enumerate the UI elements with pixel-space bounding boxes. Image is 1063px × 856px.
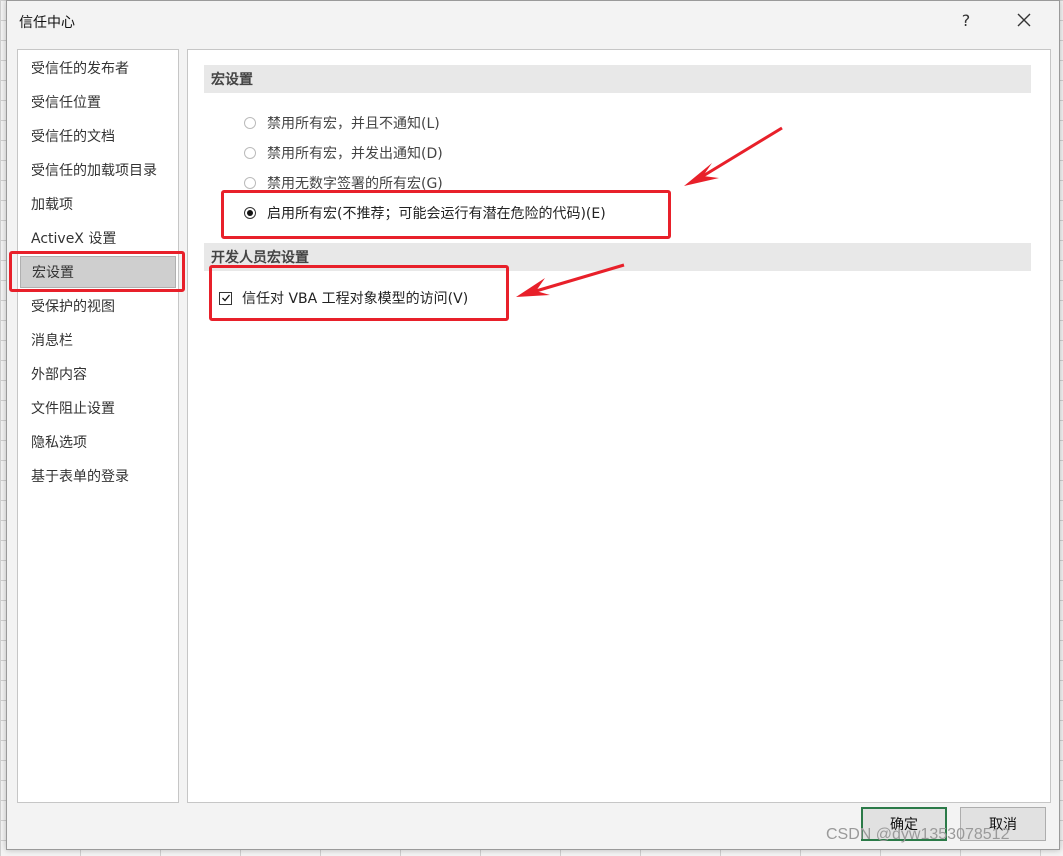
sidebar-item-trusted-publishers[interactable]: 受信任的发布者	[20, 52, 176, 84]
sidebar-item-file-block[interactable]: 文件阻止设置	[20, 392, 176, 424]
radio-label: 禁用所有宏，并且不通知(L)	[267, 116, 440, 132]
help-button[interactable]: ?	[951, 5, 981, 35]
sidebar-item-label: 消息栏	[31, 333, 73, 349]
sidebar-item-label: 受保护的视图	[31, 299, 115, 315]
radio-label: 禁用无数字签署的所有宏(G)	[267, 176, 443, 192]
sidebar-item-label: ActiveX 设置	[31, 231, 117, 247]
sidebar-item-privacy[interactable]: 隐私选项	[20, 426, 176, 458]
sidebar-item-form-login[interactable]: 基于表单的登录	[20, 460, 176, 492]
sidebar-item-protected-view[interactable]: 受保护的视图	[20, 290, 176, 322]
sidebar-item-label: 基于表单的登录	[31, 469, 129, 485]
checkbox-trust-vba[interactable]: 信任对 VBA 工程对象模型的访问(V)	[219, 286, 468, 310]
radio-button[interactable]	[244, 147, 256, 159]
radio-enable-all[interactable]: 启用所有宏(不推荐；可能会运行有潜在危险的代码)(E)	[244, 201, 606, 225]
sidebar-item-label: 受信任的加载项目录	[31, 163, 157, 179]
radio-button[interactable]	[244, 177, 256, 189]
radio-button-selected[interactable]	[244, 207, 256, 219]
checkbox-label: 信任对 VBA 工程对象模型的访问(V)	[242, 291, 469, 307]
trust-center-dialog: 信任中心 ? 受信任的发布者 受信任位置 受信任的文档 受信任的加载项目录 加载…	[6, 0, 1060, 850]
sidebar-item-external-content[interactable]: 外部内容	[20, 358, 176, 390]
radio-button[interactable]	[244, 117, 256, 129]
sidebar-item-message-bar[interactable]: 消息栏	[20, 324, 176, 356]
section-title: 开发人员宏设置	[211, 250, 309, 266]
radio-disable-no-notify[interactable]: 禁用所有宏，并且不通知(L)	[244, 111, 440, 135]
radio-disable-notify[interactable]: 禁用所有宏，并发出通知(D)	[244, 141, 443, 165]
checkbox[interactable]	[219, 291, 232, 305]
radio-disable-unsigned[interactable]: 禁用无数字签署的所有宏(G)	[244, 171, 443, 195]
radio-label: 禁用所有宏，并发出通知(D)	[267, 146, 443, 162]
close-button[interactable]	[1007, 5, 1041, 35]
sidebar-item-label: 受信任的文档	[31, 129, 115, 145]
macro-settings-header: 宏设置	[204, 65, 1031, 93]
check-icon	[221, 294, 230, 302]
sidebar-item-label: 隐私选项	[31, 435, 87, 451]
sidebar: 受信任的发布者 受信任位置 受信任的文档 受信任的加载项目录 加载项 Activ…	[17, 49, 179, 803]
sidebar-item-label: 文件阻止设置	[31, 401, 115, 417]
developer-settings-header: 开发人员宏设置	[204, 243, 1031, 271]
section-title: 宏设置	[211, 72, 253, 88]
sidebar-item-label: 宏设置	[32, 265, 74, 281]
title-bar: 信任中心 ?	[7, 1, 1059, 39]
sidebar-item-addins[interactable]: 加载项	[20, 188, 176, 220]
sidebar-item-trusted-documents[interactable]: 受信任的文档	[20, 120, 176, 152]
sidebar-item-label: 外部内容	[31, 367, 87, 383]
sidebar-item-label: 受信任位置	[31, 95, 101, 111]
radio-label: 启用所有宏(不推荐；可能会运行有潜在危险的代码)(E)	[267, 206, 606, 222]
sidebar-item-label: 加载项	[31, 197, 73, 213]
watermark: CSDN @dyw1353078512	[826, 826, 1010, 843]
sidebar-item-macro-settings[interactable]: 宏设置	[20, 256, 176, 288]
close-icon	[1017, 13, 1031, 27]
sidebar-item-trusted-addin-catalogs[interactable]: 受信任的加载项目录	[20, 154, 176, 186]
dialog-title: 信任中心	[19, 15, 75, 31]
content-panel: 宏设置 禁用所有宏，并且不通知(L) 禁用所有宏，并发出通知(D) 禁用无数字签…	[187, 49, 1051, 803]
help-icon: ?	[961, 10, 971, 30]
sidebar-item-trusted-locations[interactable]: 受信任位置	[20, 86, 176, 118]
sidebar-item-label: 受信任的发布者	[31, 61, 129, 77]
sidebar-item-activex[interactable]: ActiveX 设置	[20, 222, 176, 254]
